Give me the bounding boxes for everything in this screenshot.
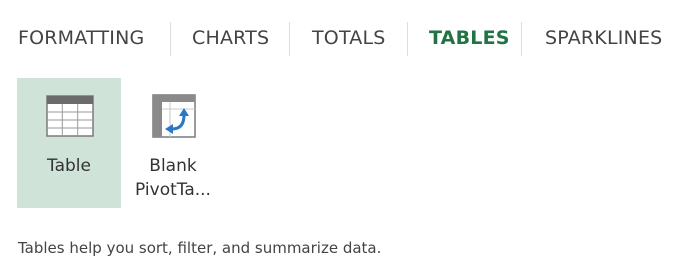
- tab-tables[interactable]: TABLES: [429, 18, 510, 58]
- tab-separator: [407, 22, 408, 56]
- tab-formatting[interactable]: FORMATTING: [18, 18, 144, 58]
- blank-pivottable-button[interactable]: Blank PivotTa...: [121, 78, 225, 208]
- tab-totals[interactable]: TOTALS: [312, 18, 386, 58]
- tab-separator: [521, 22, 522, 56]
- table-icon: [46, 93, 94, 139]
- blank-pivottable-label: Blank PivotTa...: [135, 156, 211, 200]
- tab-separator: [289, 22, 290, 56]
- tab-bar: FORMATTING CHARTS TOTALS TABLES SPARKLIN…: [0, 18, 700, 58]
- help-text: Tables help you sort, filter, and summar…: [18, 239, 382, 257]
- tab-separator: [170, 22, 171, 56]
- table-button[interactable]: Table: [17, 78, 121, 208]
- table-button-label: Table: [47, 156, 91, 176]
- tab-charts[interactable]: CHARTS: [192, 18, 269, 58]
- tab-sparklines[interactable]: SPARKLINES: [545, 18, 662, 58]
- quick-analysis-panel: FORMATTING CHARTS TOTALS TABLES SPARKLIN…: [0, 0, 700, 273]
- pivot-table-icon: [150, 93, 198, 139]
